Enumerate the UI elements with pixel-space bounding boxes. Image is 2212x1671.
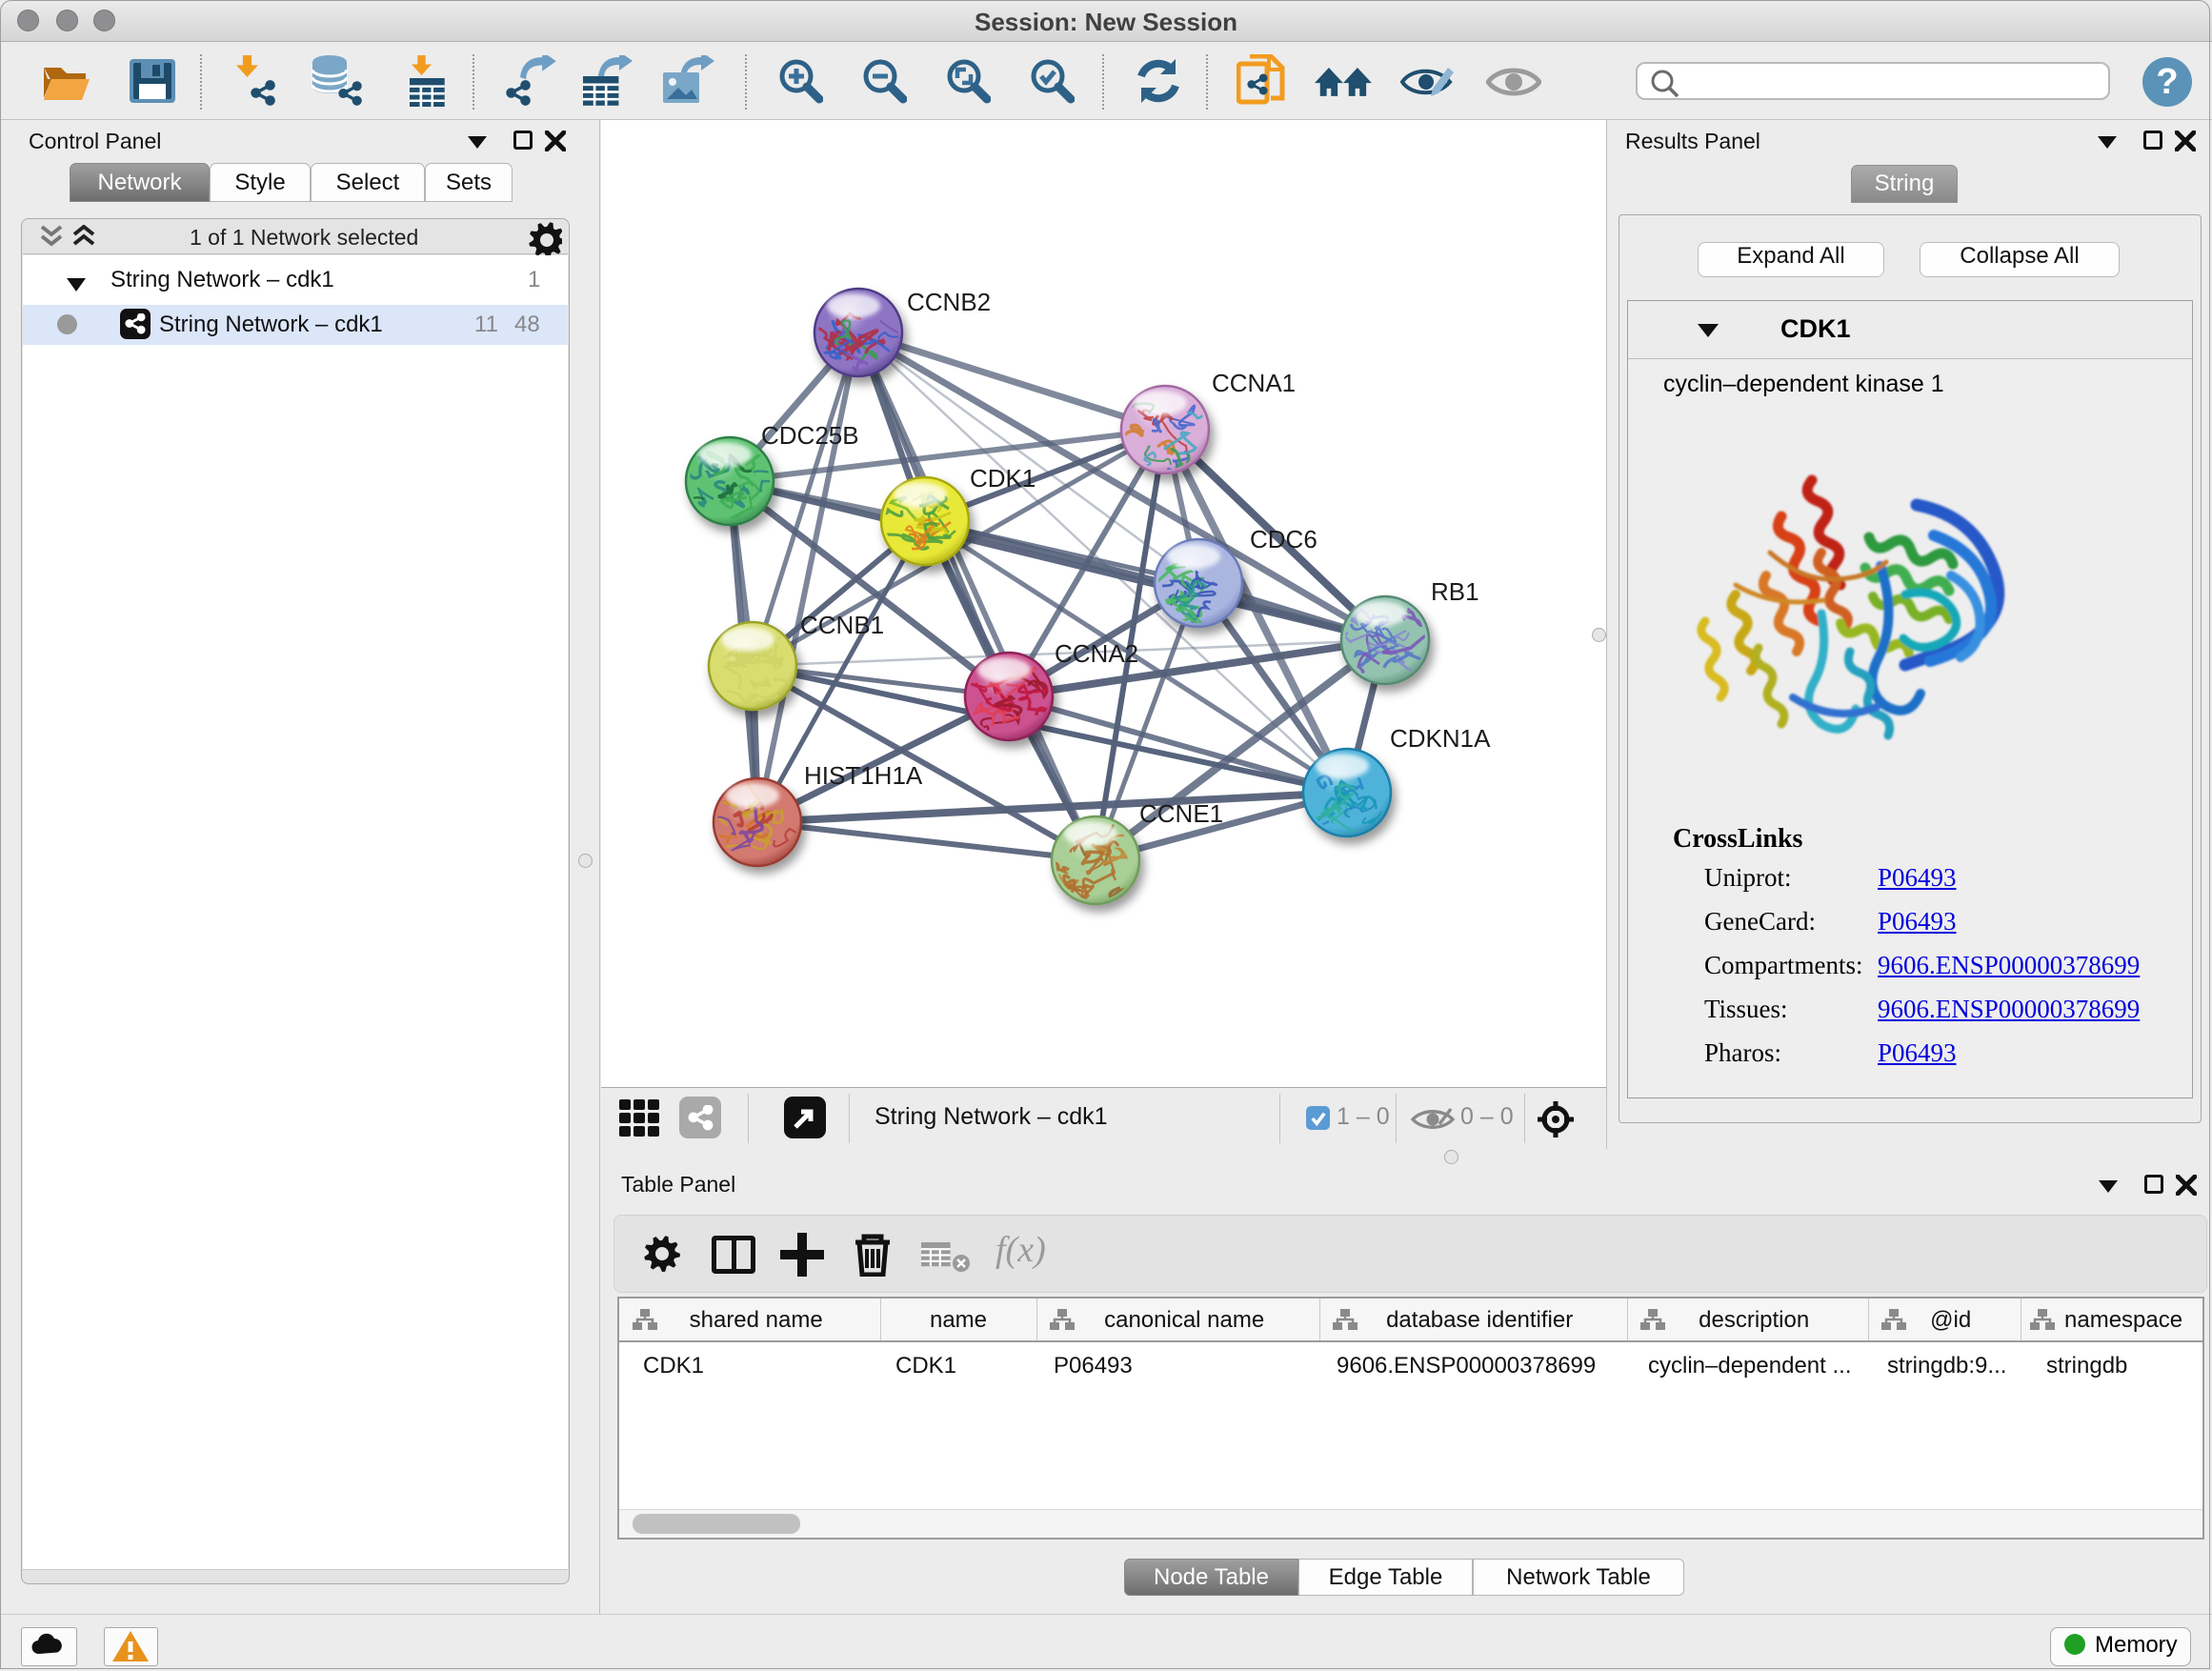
svg-text:CCNA1: CCNA1 bbox=[1212, 369, 1296, 397]
svg-text:CCNB2: CCNB2 bbox=[907, 288, 991, 316]
svg-text:CDKN1A: CDKN1A bbox=[1390, 724, 1491, 753]
svg-text:CDK1: CDK1 bbox=[970, 464, 1036, 493]
svg-text:CDC25B: CDC25B bbox=[761, 421, 859, 450]
svg-text:?: ? bbox=[2156, 62, 2178, 102]
svg-text:CDC6: CDC6 bbox=[1250, 525, 1317, 554]
svg-text:CCNB1: CCNB1 bbox=[800, 611, 884, 639]
svg-text:CCNE1: CCNE1 bbox=[1139, 799, 1223, 828]
svg-text:HIST1H1A: HIST1H1A bbox=[804, 761, 923, 790]
svg-text:RB1: RB1 bbox=[1431, 577, 1479, 606]
svg-text:CCNA2: CCNA2 bbox=[1055, 639, 1138, 668]
